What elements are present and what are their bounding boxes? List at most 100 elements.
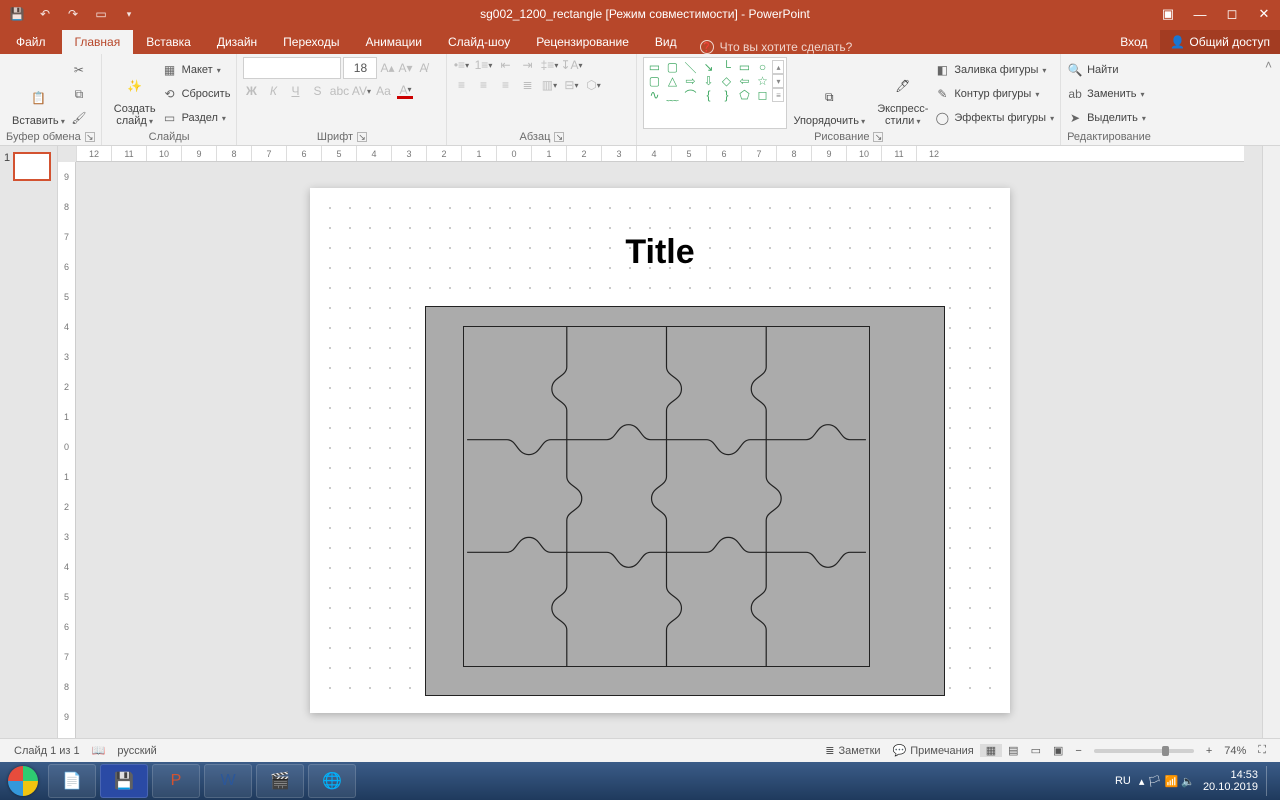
tell-me[interactable]: ❓ Что вы хотите сделать? bbox=[690, 40, 1108, 54]
reading-view-button[interactable]: ▭ bbox=[1025, 744, 1047, 757]
start-button[interactable] bbox=[0, 762, 46, 800]
select-button[interactable]: ➤Выделить bbox=[1067, 107, 1146, 129]
arrange-button[interactable]: ⧉ Упорядочить bbox=[787, 57, 871, 129]
bold-button[interactable]: Ж bbox=[243, 83, 259, 99]
shape-curve-icon[interactable]: ∿ bbox=[646, 88, 662, 102]
tab-transitions[interactable]: Переходы bbox=[270, 30, 352, 54]
font-color-button[interactable]: A bbox=[397, 83, 413, 99]
tab-file[interactable]: Файл bbox=[0, 30, 62, 54]
shape-roundrect-icon[interactable]: ▢ bbox=[646, 74, 662, 88]
tray-language[interactable]: RU bbox=[1115, 775, 1131, 787]
layout-button[interactable]: ▦Макет bbox=[162, 59, 231, 81]
shape-outline-button[interactable]: ✎Контур фигуры bbox=[934, 83, 1054, 105]
horizontal-ruler[interactable]: 1211109876543210123456789101112 bbox=[76, 146, 1244, 162]
drawing-dialog-launcher[interactable]: ↘ bbox=[873, 132, 883, 142]
zoom-percent[interactable]: 74% bbox=[1218, 745, 1252, 757]
shape-arrow-left-icon[interactable]: ⇦ bbox=[736, 74, 752, 88]
new-slide-button[interactable]: ✨ Создать слайд bbox=[108, 57, 162, 129]
zoom-out-button[interactable]: − bbox=[1069, 745, 1087, 757]
shape-line-icon[interactable]: ＼ bbox=[682, 60, 698, 74]
change-case-button[interactable]: Aa bbox=[375, 83, 391, 99]
language-button[interactable]: русский bbox=[111, 745, 162, 757]
sign-in-button[interactable]: Вход bbox=[1107, 30, 1160, 54]
taskbar-app-movie[interactable]: 🎬 bbox=[256, 764, 304, 798]
tab-design[interactable]: Дизайн bbox=[204, 30, 270, 54]
shapes-gallery[interactable]: ▭ ▢ ＼ ↘ └ ▭ ○ ▢ △ ⇨ ⇩ bbox=[643, 57, 787, 129]
slide-counter[interactable]: Слайд 1 из 1 bbox=[8, 745, 86, 757]
align-right-button[interactable]: ≡ bbox=[497, 77, 513, 93]
italic-button[interactable]: К bbox=[265, 83, 281, 99]
spellcheck-button[interactable]: 📖 bbox=[86, 744, 112, 757]
font-dialog-launcher[interactable]: ↘ bbox=[357, 132, 367, 142]
copy-button[interactable]: ⧉ bbox=[71, 83, 87, 105]
shape-diamond-icon[interactable]: ◇ bbox=[718, 74, 734, 88]
slide[interactable]: Title bbox=[310, 188, 1010, 713]
slideshow-view-button[interactable]: ▣ bbox=[1047, 744, 1069, 757]
char-spacing-button[interactable]: AV bbox=[353, 83, 369, 99]
columns-button[interactable]: ▥ bbox=[541, 77, 557, 93]
vertical-scrollbar[interactable] bbox=[1262, 146, 1280, 738]
clipboard-dialog-launcher[interactable]: ↘ bbox=[85, 132, 95, 142]
bullets-button[interactable]: •≡ bbox=[453, 57, 469, 73]
shape-arc-icon[interactable]: ⌒ bbox=[682, 88, 698, 102]
gallery-more[interactable]: ≡ bbox=[772, 88, 784, 102]
grow-font-icon[interactable]: A▴ bbox=[379, 60, 395, 76]
notes-button[interactable]: ≣ Заметки bbox=[819, 744, 886, 757]
undo-icon[interactable]: ↶ bbox=[36, 5, 54, 23]
taskbar-app-save[interactable]: 💾 bbox=[100, 764, 148, 798]
shape-brace-r-icon[interactable]: } bbox=[718, 88, 734, 102]
taskbar-app-chrome[interactable]: 🌐 bbox=[308, 764, 356, 798]
slide-canvas[interactable]: Title bbox=[76, 162, 1244, 738]
section-button[interactable]: ▭Раздел bbox=[162, 107, 231, 129]
save-icon[interactable]: 💾 bbox=[8, 5, 26, 23]
title-placeholder[interactable]: Title bbox=[310, 233, 1010, 272]
line-spacing-button[interactable]: ‡≡ bbox=[541, 57, 557, 73]
shape-brace-l-icon[interactable]: { bbox=[700, 88, 716, 102]
paste-button[interactable]: 📋 Вставить bbox=[6, 57, 71, 129]
clear-formatting-icon[interactable]: A̸ bbox=[415, 60, 431, 76]
tab-animations[interactable]: Анимации bbox=[352, 30, 435, 54]
normal-view-button[interactable]: ▦ bbox=[980, 744, 1002, 757]
shape-fill-button[interactable]: ◧Заливка фигуры bbox=[934, 59, 1054, 81]
gallery-scroll-up[interactable]: ▴ bbox=[772, 60, 784, 74]
smartart-button[interactable]: ⬡ bbox=[585, 77, 601, 93]
shape-7-icon[interactable]: ◻ bbox=[754, 88, 770, 102]
shape-oval-icon[interactable]: ○ bbox=[754, 60, 770, 74]
justify-button[interactable]: ≣ bbox=[519, 77, 535, 93]
shape-star-icon[interactable]: ☆ bbox=[754, 74, 770, 88]
shape-textbox-icon[interactable]: ▢ bbox=[664, 60, 680, 74]
find-button[interactable]: 🔍Найти bbox=[1067, 59, 1146, 81]
shadow-button[interactable]: abc bbox=[331, 83, 347, 99]
tray-icons[interactable]: ▴ 🏳 📶 🔈 bbox=[1139, 775, 1195, 788]
tab-review[interactable]: Рецензирование bbox=[523, 30, 642, 54]
tray-clock[interactable]: 14:53 20.10.2019 bbox=[1203, 769, 1258, 793]
zoom-slider[interactable] bbox=[1094, 749, 1194, 753]
maximize-button[interactable]: ◻ bbox=[1216, 0, 1248, 28]
minimize-button[interactable]: — bbox=[1184, 0, 1216, 28]
gallery-scroll-down[interactable]: ▾ bbox=[772, 74, 784, 88]
tab-insert[interactable]: Вставка bbox=[133, 30, 204, 54]
shape-freeform-icon[interactable]: ﹏ bbox=[664, 88, 680, 102]
puzzle-shape[interactable] bbox=[463, 326, 870, 667]
shape-rect-icon[interactable]: ▭ bbox=[646, 60, 662, 74]
format-painter-button[interactable]: 🖌 bbox=[71, 107, 87, 129]
font-size-input[interactable]: 18 bbox=[343, 57, 377, 79]
align-left-button[interactable]: ≡ bbox=[453, 77, 469, 93]
cut-button[interactable]: ✂ bbox=[71, 59, 87, 81]
comments-button[interactable]: 💬 Примечания bbox=[887, 744, 980, 757]
show-desktop-button[interactable] bbox=[1266, 766, 1274, 796]
thumbnail-preview[interactable] bbox=[13, 152, 51, 181]
paragraph-dialog-launcher[interactable]: ↘ bbox=[554, 132, 564, 142]
shape-rect2-icon[interactable]: ▭ bbox=[736, 60, 752, 74]
ribbon-options-icon[interactable]: ▣ bbox=[1152, 0, 1184, 28]
numbering-button[interactable]: 1≡ bbox=[475, 57, 491, 73]
align-text-button[interactable]: ⊟ bbox=[563, 77, 579, 93]
start-from-beginning-icon[interactable]: ▭ bbox=[92, 5, 110, 23]
zoom-thumb[interactable] bbox=[1162, 746, 1169, 756]
tab-slideshow[interactable]: Слайд-шоу bbox=[435, 30, 523, 54]
shape-connector-icon[interactable]: └ bbox=[718, 60, 734, 74]
text-direction-button[interactable]: ↧A bbox=[563, 57, 579, 73]
decrease-indent-button[interactable]: ⇤ bbox=[497, 57, 513, 73]
thumbnail-1[interactable]: 1 bbox=[4, 152, 53, 181]
qat-customize-icon[interactable]: ▾ bbox=[120, 5, 138, 23]
